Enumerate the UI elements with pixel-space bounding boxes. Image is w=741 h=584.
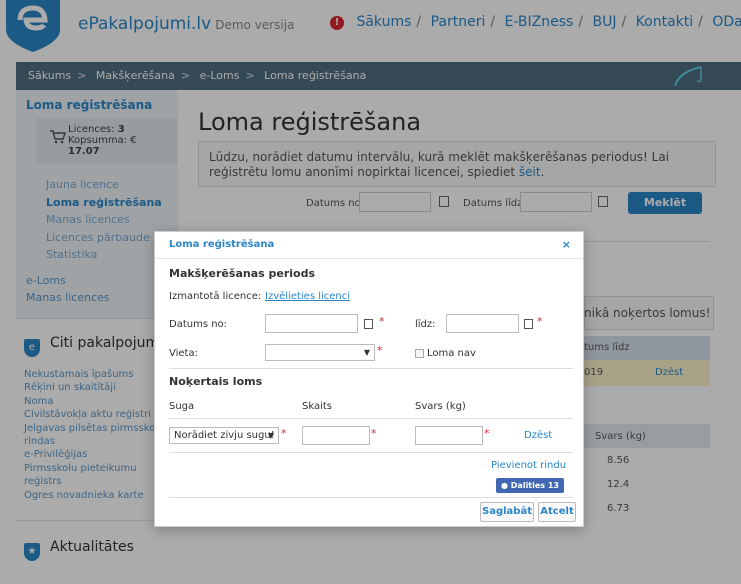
licence-label: Izmantotā licence: xyxy=(169,291,262,302)
share-label: Dalīties 13 xyxy=(510,481,559,490)
catch-registration-modal: Loma reģistrēšana × Makšķerēšanas period… xyxy=(154,231,584,527)
chevron-down-icon: ▼ xyxy=(267,431,274,440)
date-to-input[interactable] xyxy=(446,314,519,333)
divider xyxy=(169,452,573,453)
divider xyxy=(169,418,573,419)
date-to-label: līdz: xyxy=(415,319,436,330)
place-select[interactable]: ▼ xyxy=(265,344,375,361)
column-count: Skaits xyxy=(302,401,332,412)
add-row-link[interactable]: Pievienot rindu xyxy=(491,460,566,471)
required-mark: * xyxy=(379,315,385,328)
count-input[interactable] xyxy=(302,426,370,445)
delete-row-link[interactable]: Dzēst xyxy=(524,430,552,441)
facebook-icon: ● xyxy=(501,481,508,490)
divider xyxy=(169,497,573,498)
catch-heading: Noķertais loms xyxy=(169,375,263,388)
period-heading: Makšķerēšanas periods xyxy=(169,267,316,280)
close-icon[interactable]: × xyxy=(562,238,571,251)
column-weight: Svars (kg) xyxy=(415,401,466,412)
date-from-input[interactable] xyxy=(265,314,358,333)
calendar-icon[interactable] xyxy=(524,319,533,329)
facebook-share-button[interactable]: ● Dalīties 13 xyxy=(496,478,564,493)
no-catch-checkbox[interactable] xyxy=(415,349,424,358)
choose-licence-link[interactable]: Izvēlieties licenci xyxy=(265,291,350,302)
place-label: Vieta: xyxy=(169,348,198,359)
column-species: Suga xyxy=(169,401,195,412)
required-mark: * xyxy=(484,427,490,440)
species-select[interactable]: Norādiet zivju sugu! ▼ xyxy=(169,427,279,444)
required-mark: * xyxy=(371,427,377,440)
modal-header: Loma reģistrēšana × xyxy=(155,232,583,259)
cancel-button[interactable]: Atcelt xyxy=(538,502,576,522)
required-mark: * xyxy=(281,427,287,440)
chevron-down-icon: ▼ xyxy=(363,348,370,357)
required-mark: * xyxy=(377,344,383,357)
no-catch-label: Loma nav xyxy=(427,348,476,359)
species-placeholder: Norādiet zivju sugu! xyxy=(174,430,275,441)
calendar-icon[interactable] xyxy=(364,319,373,329)
date-from-label: Datums no: xyxy=(169,319,228,330)
divider xyxy=(169,368,573,369)
required-mark: * xyxy=(537,315,543,328)
weight-input[interactable] xyxy=(415,426,483,445)
save-button[interactable]: Saglabāt xyxy=(480,502,534,522)
modal-title: Loma reģistrēšana xyxy=(169,239,275,250)
